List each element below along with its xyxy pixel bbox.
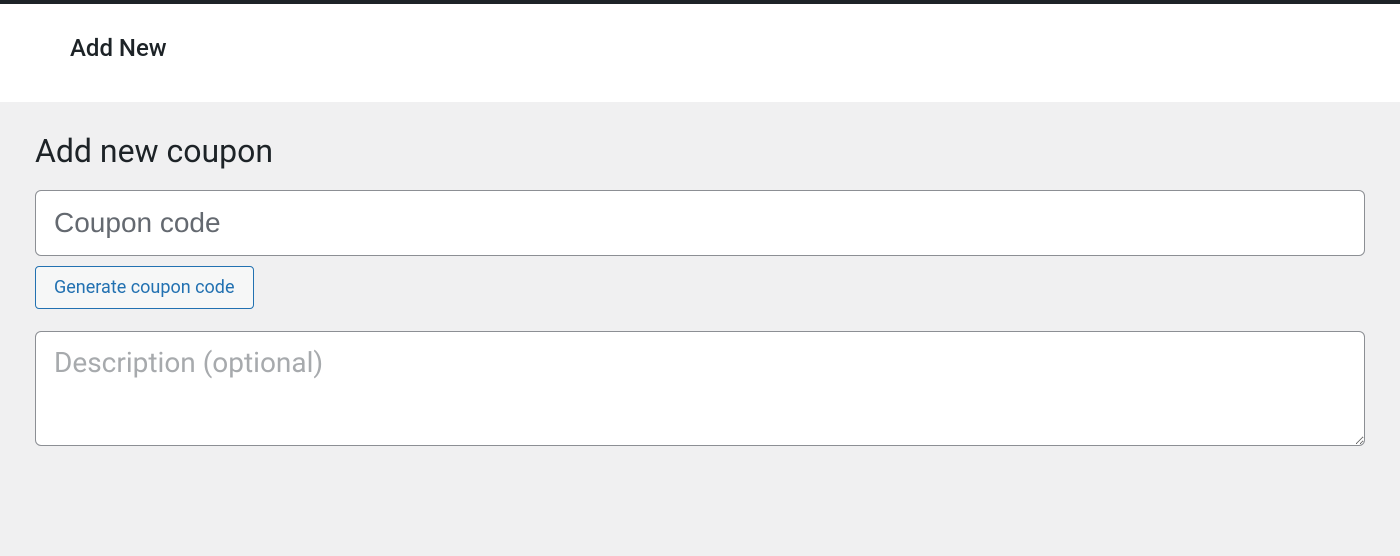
coupon-code-input[interactable] (35, 190, 1365, 256)
generate-coupon-code-button[interactable]: Generate coupon code (35, 266, 254, 309)
content-area: Add new coupon Generate coupon code (0, 102, 1400, 476)
header-title: Add New (70, 34, 1330, 62)
description-textarea[interactable] (35, 331, 1365, 446)
page-title: Add new coupon (35, 132, 1365, 170)
header-section: Add New (0, 4, 1400, 102)
